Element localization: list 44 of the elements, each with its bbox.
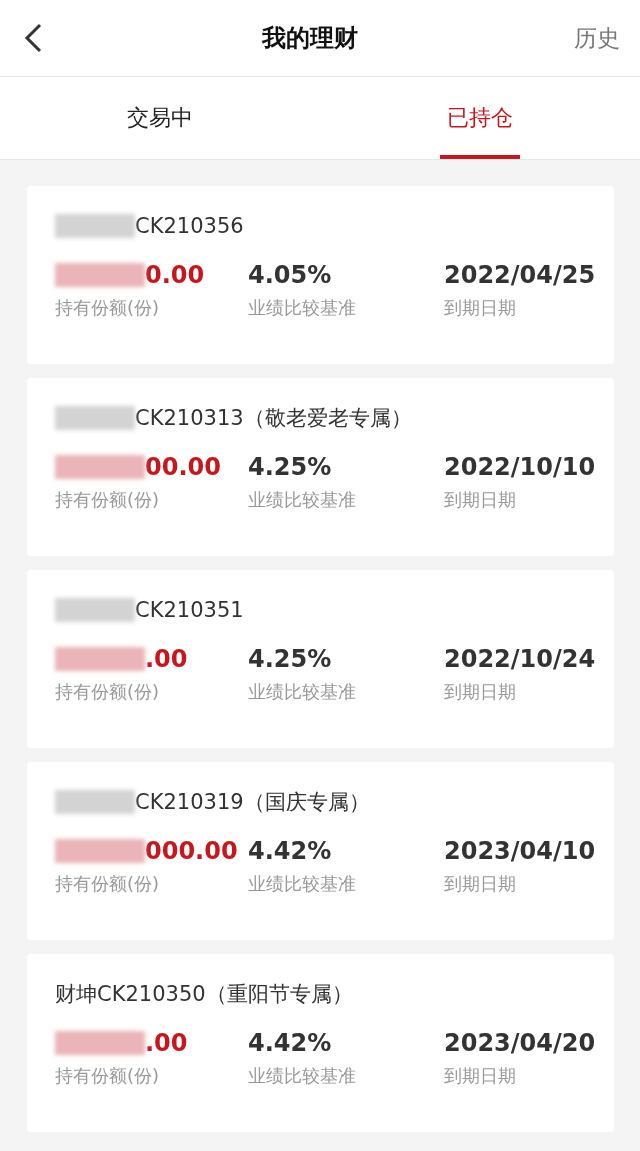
amount-label: 持有份额(份) xyxy=(55,872,161,896)
amount-label: 持有份额(份) xyxy=(55,680,161,704)
maturity-date: 2022/04/25 xyxy=(444,260,596,290)
holding-amount: .00 xyxy=(145,645,188,673)
holding-card[interactable]: CK210319（国庆专属） 000.00 持有份额(份) 4.42% 业绩比较基准 2023/04/10 到期日期 xyxy=(27,762,614,940)
holding-card[interactable]: CK210313（敬老爱老专属） 00.00 持有份额(份) 4.25% 业绩比较基准 2022/10/10 到期日期 xyxy=(27,378,614,556)
holding-amount: 000.00 xyxy=(145,837,238,865)
date-label: 到期日期 xyxy=(444,296,517,320)
maturity-date: 2023/04/20 xyxy=(444,1028,596,1058)
holding-card[interactable]: CK210356 0.00 持有份额(份) 4.05% 业绩比较基准 2022/04/25 到期日期 xyxy=(27,186,614,364)
holding-amount: 00.00 xyxy=(145,453,221,481)
product-name: CK210351 xyxy=(135,598,244,622)
rate-label: 业绩比较基准 xyxy=(248,296,357,320)
history-button[interactable]: 历史 xyxy=(574,22,620,54)
date-label: 到期日期 xyxy=(444,488,517,512)
holding-amount: 0.00 xyxy=(145,261,205,289)
amount-label: 持有份额(份) xyxy=(55,488,161,512)
rate-label: 业绩比较基准 xyxy=(248,680,357,704)
amount-label: 持有份额(份) xyxy=(55,296,161,320)
product-name: CK210313（敬老爱老专属） xyxy=(135,405,412,432)
product-name: CK210356 xyxy=(135,214,244,238)
benchmark-rate: 4.42% xyxy=(248,1028,333,1058)
amount-label: 持有份额(份) xyxy=(55,1064,161,1088)
benchmark-rate: 4.42% xyxy=(248,836,333,866)
holding-amount: .00 xyxy=(145,1029,188,1057)
tab[interactable]: 交易中 xyxy=(0,77,320,159)
holding-card[interactable]: CK210351 .00 持有份额(份) 4.25% 业绩比较基准 2022/10/24 到期日期 xyxy=(27,570,614,748)
benchmark-rate: 4.25% xyxy=(248,452,333,482)
maturity-date: 2022/10/10 xyxy=(444,452,596,482)
maturity-date: 2023/04/10 xyxy=(444,836,596,866)
page-title: 我的理财 xyxy=(262,23,358,54)
benchmark-rate: 4.05% xyxy=(248,260,333,290)
benchmark-rate: 4.25% xyxy=(248,644,333,674)
rate-label: 业绩比较基准 xyxy=(248,1064,357,1088)
product-name: CK210319（国庆专属） xyxy=(135,789,370,816)
date-label: 到期日期 xyxy=(444,1064,517,1088)
date-label: 到期日期 xyxy=(444,680,517,704)
rate-label: 业绩比较基准 xyxy=(248,872,357,896)
product-name: 财坤CK210350（重阳节专属） xyxy=(55,981,353,1008)
holding-card[interactable]: 财坤CK210350（重阳节专属） .00 持有份额(份) 4.42% 业绩比较基准 2023/04/20 到期日期 xyxy=(27,954,614,1132)
maturity-date: 2022/10/24 xyxy=(444,644,596,674)
rate-label: 业绩比较基准 xyxy=(248,488,357,512)
date-label: 到期日期 xyxy=(444,872,517,896)
tab[interactable]: 已持仓 xyxy=(320,77,640,159)
